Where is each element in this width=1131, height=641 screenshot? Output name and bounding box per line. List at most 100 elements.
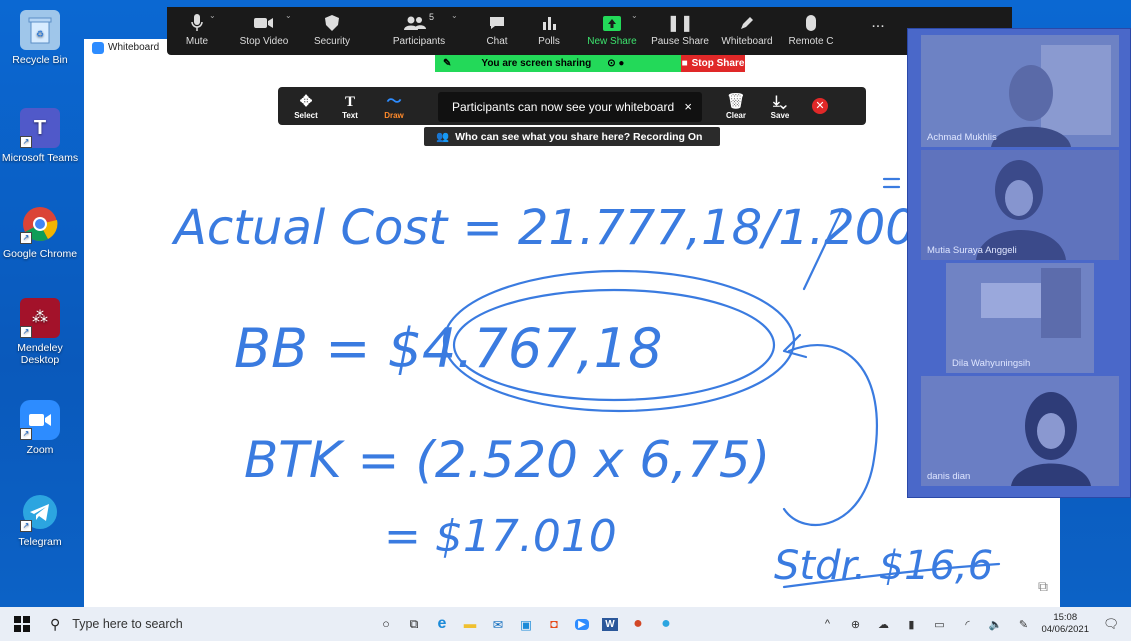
whiteboard-label: Whiteboard	[721, 36, 773, 47]
tooltip-close-icon[interactable]: ×	[684, 99, 692, 114]
security-button[interactable]: Security	[301, 7, 363, 55]
clear-tool-label: Clear	[725, 110, 746, 120]
text-t-icon: T	[344, 93, 355, 110]
telegram-icon: ↗	[20, 492, 60, 532]
pen-icon	[740, 12, 754, 34]
whiteboard-title: Whiteboard	[108, 42, 160, 53]
draw-tool[interactable]: 〜 Draw	[372, 93, 416, 120]
pen-icon[interactable]: ✎	[1009, 610, 1037, 638]
telegram-taskbar-icon[interactable]: ●	[652, 610, 680, 638]
clear-tool[interactable]: 🗑 Clear	[714, 93, 758, 120]
store-icon[interactable]: ▣	[512, 610, 540, 638]
zoom-logo-icon	[92, 42, 104, 54]
svg-text:♻: ♻	[36, 29, 44, 39]
trash-icon: 🗑	[726, 92, 746, 110]
remote-control-button[interactable]: Remote C	[779, 7, 843, 55]
chat-button[interactable]: Chat	[475, 7, 519, 55]
whiteboard-button[interactable]: Whiteboard	[715, 7, 779, 55]
draw-tool-label: Draw	[384, 110, 404, 120]
security-label: Security	[313, 36, 351, 47]
screen-sharing-status[interactable]: ✎ You are screen sharing ⊙ ●	[435, 55, 681, 72]
wifi-icon[interactable]: ◜	[953, 610, 981, 638]
network-icon[interactable]: ⊕	[841, 610, 869, 638]
video-tile[interactable]: danis dian	[921, 376, 1119, 486]
video-tile[interactable]: Mutia Suraya Anggeli	[921, 150, 1119, 260]
notification-icon[interactable]: 🗨	[1097, 610, 1125, 638]
zoom-shortcut[interactable]: ↗ Zoom	[0, 400, 80, 456]
word-icon[interactable]: W	[596, 610, 624, 638]
participant-video-panel[interactable]: Achmad Mukhlis Mutia Suraya Anggeli Dila…	[907, 28, 1131, 498]
text-tool[interactable]: T Text	[328, 93, 372, 120]
video-tile[interactable]: Achmad Mukhlis	[921, 35, 1119, 147]
chrome-icon: ↗	[20, 204, 60, 244]
chrome-shortcut[interactable]: ↗ Google Chrome	[0, 204, 80, 260]
more-button[interactable]: ...	[843, 7, 913, 55]
task-view-icon[interactable]: ⧉	[400, 610, 428, 638]
participant-video-image	[991, 45, 1111, 147]
recording-status-bar[interactable]: 👥 Who can see what you share here? Recor…	[424, 127, 720, 146]
usb-icon[interactable]: ▮	[897, 610, 925, 638]
chevron-down-icon[interactable]: ⌄	[631, 11, 638, 20]
pause-share-button[interactable]: ❚❚ Pause Share	[645, 7, 715, 55]
recycle-bin-shortcut[interactable]: ♻ Recycle Bin	[0, 10, 80, 66]
new-share-label: New Share	[587, 36, 637, 47]
pause-icon: ❚❚	[666, 15, 694, 32]
participants-label: Participants	[392, 36, 446, 47]
ink-line1: Actual Cost = 21.777,18/1.200	[171, 200, 916, 256]
stop-share-button[interactable]: ■ Stop Share	[681, 55, 745, 72]
taskbar: ⚲ Type here to search ○ ⧉ e ▬ ✉ ▣ ◘ ▶ W …	[0, 607, 1131, 641]
recycle-bin-icon: ♻	[20, 10, 60, 50]
close-annotation-button[interactable]: ✕	[812, 98, 828, 114]
chevron-down-icon[interactable]: ⌄	[209, 11, 216, 20]
participant-name: Dila Wahyuningsih	[952, 358, 1031, 369]
mendeley-shortcut[interactable]: ⁂ ↗ Mendeley Desktop	[0, 298, 80, 366]
chevron-up-icon[interactable]: ^	[813, 610, 841, 638]
clock-time: 15:08	[1053, 612, 1078, 623]
whiteboard-tooltip: Participants can now see your whiteboard…	[438, 92, 702, 122]
search-placeholder: Type here to search	[72, 617, 183, 631]
mendeley-label: Mendeley Desktop	[17, 342, 63, 366]
edge-icon[interactable]: e	[428, 610, 456, 638]
zoom-icon: ↗	[20, 400, 60, 440]
battery-icon[interactable]: ▭	[925, 610, 953, 638]
office-icon[interactable]: ◘	[540, 610, 568, 638]
teams-icon: T ↗	[20, 108, 60, 148]
clock[interactable]: 15:08 04/06/2021	[1041, 612, 1089, 636]
mail-icon[interactable]: ✉	[484, 610, 512, 638]
people-icon: 👥	[436, 131, 450, 143]
video-camera-icon	[254, 12, 274, 34]
save-tool[interactable]: ⤓⌄ Save	[758, 93, 802, 120]
polls-button[interactable]: Polls	[519, 7, 579, 55]
onedrive-icon[interactable]: ☁	[869, 610, 897, 638]
drag-handle-icon[interactable]: ✎	[443, 58, 451, 69]
resize-icon[interactable]: ⧉	[1038, 578, 1048, 595]
search-icon: ⚲	[50, 615, 61, 632]
polls-label: Polls	[538, 36, 560, 47]
chevron-down-icon[interactable]: ⌄	[451, 11, 458, 20]
tooltip-text: Participants can now see your whiteboard	[452, 100, 675, 114]
stop-video-button[interactable]: Stop Video ⌄	[227, 7, 301, 55]
remote-control-label: Remote C	[788, 36, 834, 47]
mendeley-icon: ⁂ ↗	[20, 298, 60, 338]
file-explorer-icon[interactable]: ▬	[456, 610, 484, 638]
telegram-shortcut[interactable]: ↗ Telegram	[0, 492, 80, 548]
powerpoint-icon[interactable]: ●	[624, 610, 652, 638]
volume-icon[interactable]: 🔈	[981, 610, 1009, 638]
mute-button[interactable]: Mute ⌄	[167, 7, 227, 55]
ink-line2: BB = $4.767,18	[234, 317, 663, 380]
move-arrows-icon: ✥	[299, 92, 313, 110]
select-tool-label: Select	[294, 110, 318, 120]
zoom-taskbar-icon[interactable]: ▶	[568, 610, 596, 638]
chevron-down-icon[interactable]: ⌄	[285, 11, 292, 20]
shield-icon	[325, 12, 339, 34]
select-tool[interactable]: ✥ Select	[284, 93, 328, 120]
teams-shortcut[interactable]: T ↗ Microsoft Teams	[0, 108, 80, 164]
start-button[interactable]	[8, 610, 36, 638]
participants-button[interactable]: 5 Participants ⌄	[363, 7, 475, 55]
cortana-icon[interactable]: ○	[372, 610, 400, 638]
taskbar-search-box[interactable]: ⚲ Type here to search	[36, 607, 356, 641]
video-tile[interactable]: Dila Wahyuningsih	[946, 263, 1094, 373]
share-arrow-icon	[603, 12, 621, 34]
windows-logo-icon	[14, 616, 30, 632]
new-share-button[interactable]: New Share ⌄	[579, 7, 645, 55]
